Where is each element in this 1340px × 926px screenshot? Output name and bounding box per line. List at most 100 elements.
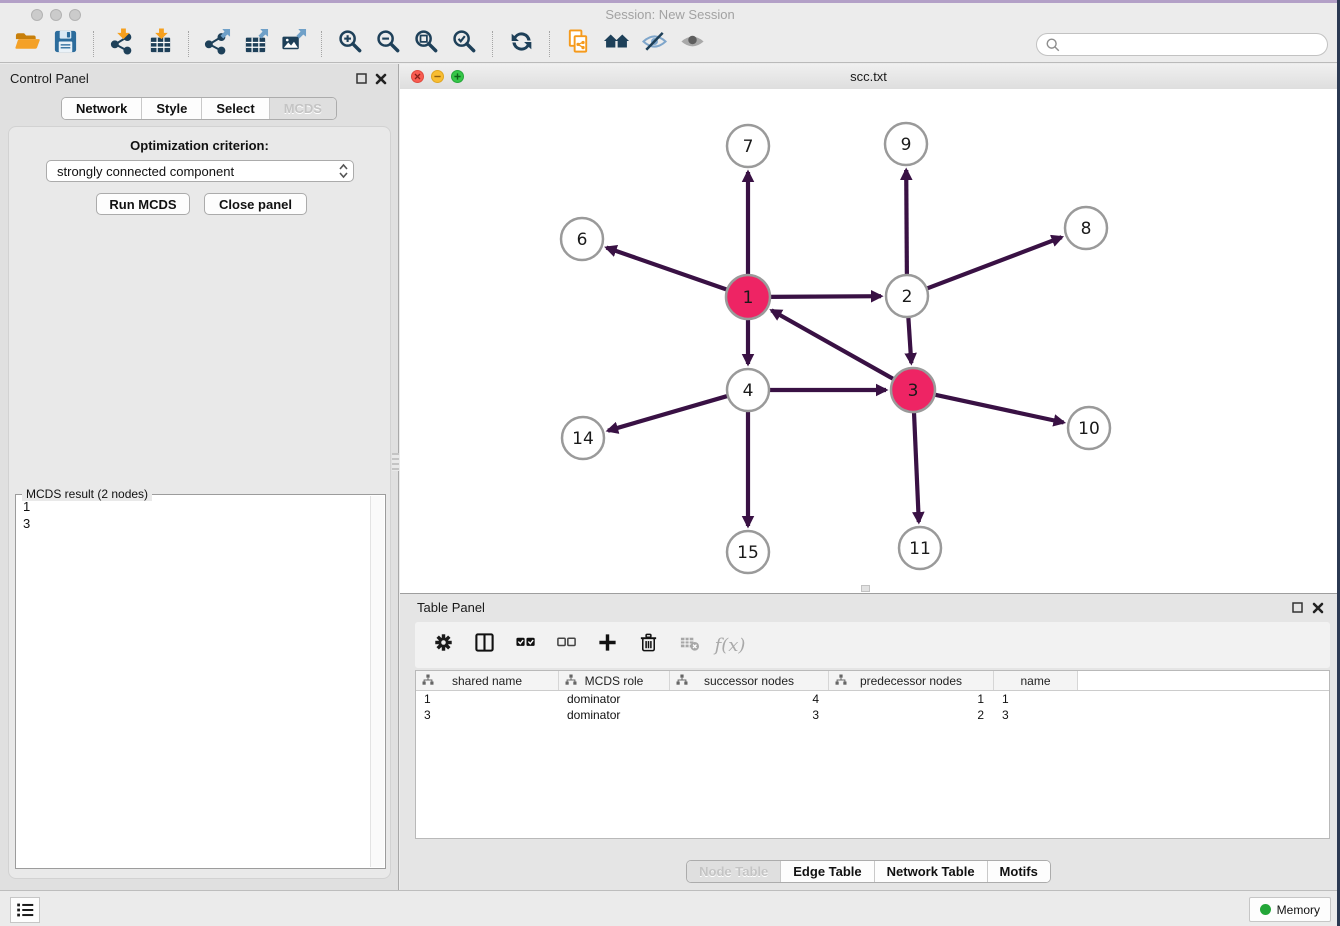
- open-session-button[interactable]: [12, 29, 42, 59]
- float-panel-icon[interactable]: [356, 73, 367, 84]
- table-cell: 1: [829, 691, 994, 707]
- delete-table-icon: [679, 632, 700, 658]
- clone-network-icon: [565, 28, 592, 60]
- close-network-icon[interactable]: [411, 70, 424, 83]
- node-label-10: 10: [1078, 419, 1100, 439]
- column-header-name[interactable]: name: [994, 671, 1078, 690]
- table-tab-network-table[interactable]: Network Table: [874, 861, 987, 882]
- toolbar-separator: [93, 31, 95, 57]
- network-window-titlebar: scc.txt: [400, 64, 1337, 90]
- column-header-successor-nodes[interactable]: successor nodes: [670, 671, 829, 690]
- control-panel: Control Panel NetworkStyleSelectMCDS Opt…: [0, 64, 399, 890]
- edge-3-10[interactable]: [933, 394, 1064, 422]
- edge-1-6[interactable]: [607, 248, 730, 291]
- tab-mcds[interactable]: MCDS: [269, 98, 336, 119]
- column-label: predecessor nodes: [860, 674, 962, 688]
- search-icon: [1045, 37, 1061, 53]
- table-tab-node-table[interactable]: Node Table: [687, 861, 780, 882]
- close-panel-button[interactable]: Close panel: [204, 193, 307, 215]
- search-box: [1036, 33, 1328, 56]
- edge-1-2[interactable]: [768, 296, 881, 297]
- close-window-button[interactable]: [31, 9, 43, 21]
- export-table-icon: [242, 28, 269, 60]
- node-label-4: 4: [743, 381, 754, 401]
- table-row[interactable]: 3dominator323: [416, 707, 1329, 723]
- close-panel-icon[interactable]: [375, 73, 387, 85]
- edge-3-11[interactable]: [914, 410, 919, 522]
- show-graphics-details-button[interactable]: [677, 29, 707, 59]
- network-title: scc.txt: [400, 64, 1337, 89]
- export-network-button[interactable]: [202, 29, 232, 59]
- tab-network[interactable]: Network: [62, 98, 141, 119]
- criterion-dropdown[interactable]: strongly connected component: [46, 160, 354, 182]
- edge-3-1[interactable]: [772, 310, 896, 380]
- save-session-button[interactable]: [50, 29, 80, 59]
- deselect-all-columns-button[interactable]: [554, 633, 578, 657]
- node-label-11: 11: [909, 539, 931, 559]
- column-header-mcds-role[interactable]: MCDS role: [559, 671, 670, 690]
- table-panel: Table Panel f(x) shared nameMCDS rolesuc…: [400, 594, 1337, 890]
- import-network-icon: [109, 28, 136, 60]
- export-image-button[interactable]: [278, 29, 308, 59]
- edge-2-3[interactable]: [908, 315, 911, 363]
- memory-button[interactable]: Memory: [1249, 897, 1331, 922]
- table-tab-motifs[interactable]: Motifs: [987, 861, 1050, 882]
- network-view-window: scc.txt 7968124314101511: [400, 64, 1337, 594]
- zoom-in-button[interactable]: [335, 29, 365, 59]
- edge-4-14[interactable]: [608, 395, 730, 430]
- add-column-button[interactable]: [595, 633, 619, 657]
- toolbar-separator: [321, 31, 323, 57]
- table-cell: 2: [829, 707, 994, 723]
- apply-function-button[interactable]: f(x): [718, 633, 742, 657]
- zoom-fit-button[interactable]: [411, 29, 441, 59]
- zoom-window-button[interactable]: [69, 9, 81, 21]
- delete-table-button[interactable]: [677, 633, 701, 657]
- refresh-layout-button[interactable]: [506, 29, 536, 59]
- column-header-predecessor-nodes[interactable]: predecessor nodes: [829, 671, 994, 690]
- toolbar-separator: [188, 31, 190, 57]
- import-network-button[interactable]: [107, 29, 137, 59]
- network-overview-button[interactable]: [601, 29, 631, 59]
- hide-graphics-details-icon: [641, 28, 668, 60]
- clone-network-button[interactable]: [563, 29, 593, 59]
- export-table-button[interactable]: [240, 29, 270, 59]
- table-tabs: Node TableEdge TableNetwork TableMotifs: [400, 860, 1337, 883]
- table-cell: 1: [994, 691, 1078, 707]
- vertical-split-handle[interactable]: [861, 585, 870, 592]
- edge-2-8[interactable]: [925, 237, 1062, 289]
- minimize-window-button[interactable]: [50, 9, 62, 21]
- result-scrollbar[interactable]: [370, 496, 384, 867]
- desktop-edge-top: [0, 0, 1340, 3]
- horizontal-split-handle[interactable]: [392, 453, 399, 471]
- zoom-fit-icon: [413, 28, 440, 60]
- search-input[interactable]: [1061, 37, 1327, 52]
- minimize-network-icon[interactable]: [431, 70, 444, 83]
- network-canvas[interactable]: 7968124314101511: [400, 89, 1337, 593]
- tab-style[interactable]: Style: [141, 98, 201, 119]
- table-settings-button[interactable]: [431, 633, 455, 657]
- tab-select[interactable]: Select: [201, 98, 268, 119]
- table-tab-edge-table[interactable]: Edge Table: [780, 861, 873, 882]
- delete-columns-button[interactable]: [636, 633, 660, 657]
- run-mcds-button[interactable]: Run MCDS: [96, 193, 190, 215]
- edge-2-9[interactable]: [906, 170, 907, 277]
- add-column-icon: [597, 632, 618, 658]
- table-row[interactable]: 1dominator411: [416, 691, 1329, 707]
- task-history-button[interactable]: [10, 897, 40, 923]
- hide-graphics-details-button[interactable]: [639, 29, 669, 59]
- zoom-out-button[interactable]: [373, 29, 403, 59]
- column-header-shared-name[interactable]: shared name: [416, 671, 559, 690]
- show-columns-button[interactable]: [472, 633, 496, 657]
- import-table-button[interactable]: [145, 29, 175, 59]
- memory-label: Memory: [1277, 903, 1320, 917]
- show-columns-icon: [474, 632, 495, 658]
- hierarchy-icon: [565, 674, 577, 686]
- export-network-icon: [204, 28, 231, 60]
- zoom-selected-button[interactable]: [449, 29, 479, 59]
- select-all-columns-button[interactable]: [513, 633, 537, 657]
- close-table-panel-icon[interactable]: [1312, 602, 1324, 614]
- node-table: shared nameMCDS rolesuccessor nodes prede…: [415, 670, 1330, 839]
- export-image-icon: [280, 28, 307, 60]
- maximize-network-icon[interactable]: [451, 70, 464, 83]
- float-table-panel-icon[interactable]: [1292, 602, 1303, 613]
